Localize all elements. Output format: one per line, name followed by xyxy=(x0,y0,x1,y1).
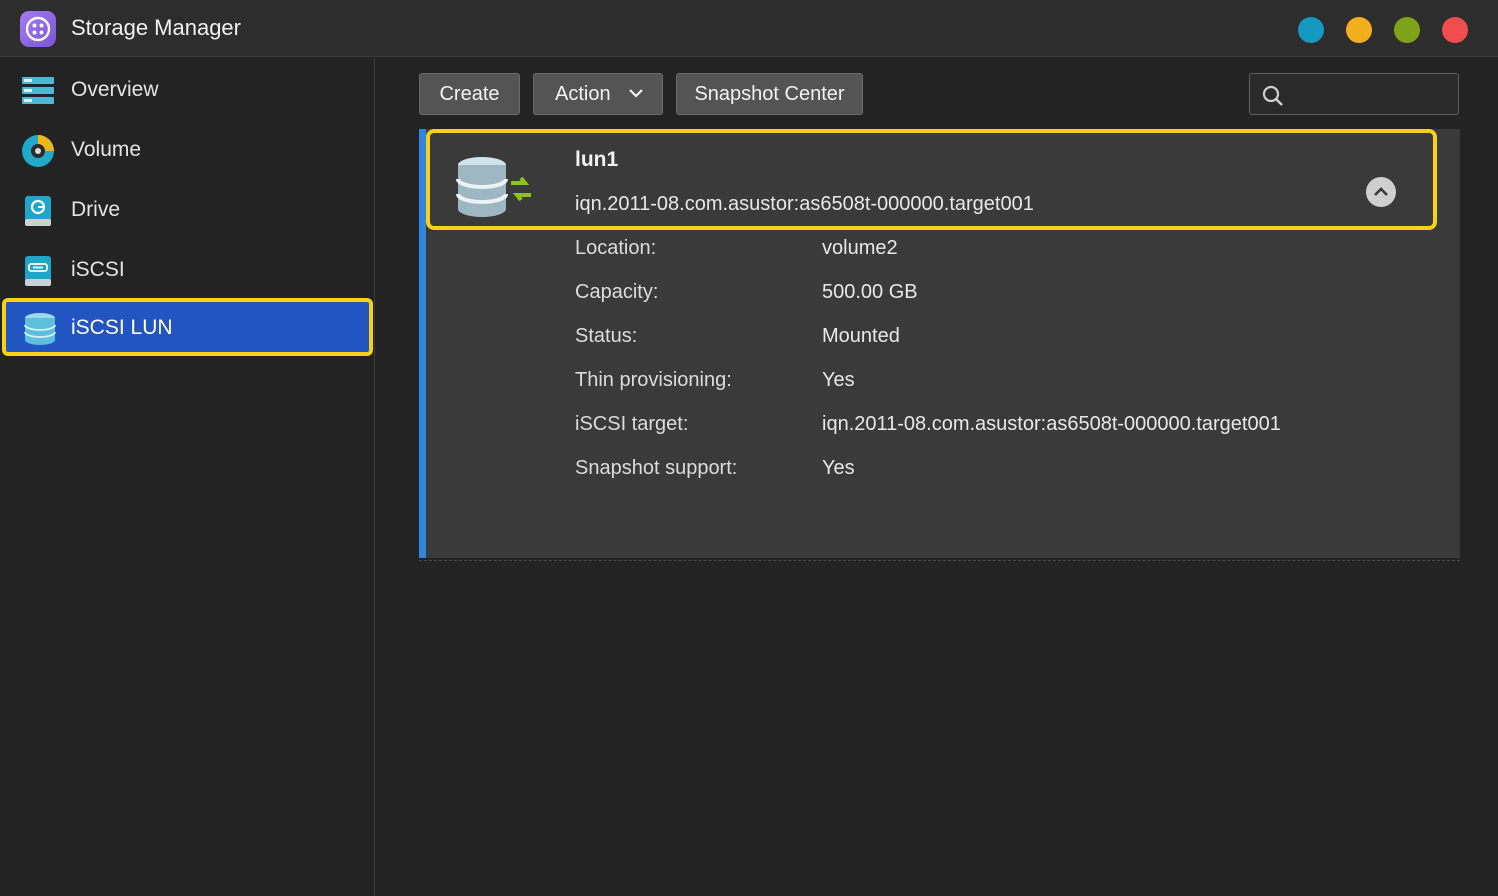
action-button-label: Action xyxy=(555,83,611,105)
app-logo-icon xyxy=(20,11,56,47)
snapshot-support-label: Snapshot support: xyxy=(575,457,738,479)
window-minimize-button[interactable] xyxy=(1346,17,1372,43)
iscsi-lun-icon xyxy=(22,311,58,347)
capacity-value: 500.00 GB xyxy=(822,281,918,303)
thin-provisioning-label: Thin provisioning: xyxy=(575,369,732,391)
capacity-label: Capacity: xyxy=(575,281,659,303)
sidebar-item-iscsi-lun[interactable]: iSCSI LUN xyxy=(2,298,373,356)
snapshot-support-value: Yes xyxy=(822,457,855,479)
iscsi-target-value: iqn.2011-08.com.asustor:as6508t-000000.t… xyxy=(822,413,1281,435)
lun-name: lun1 xyxy=(575,148,619,171)
volume-icon xyxy=(20,133,56,169)
sidebar-item-label: Volume xyxy=(71,138,142,161)
snapshot-center-button[interactable]: Snapshot Center xyxy=(676,73,863,115)
status-label: Status: xyxy=(575,325,638,347)
sidebar-item-volume[interactable]: Volume xyxy=(0,120,375,180)
create-button[interactable]: Create xyxy=(419,73,520,115)
search-input[interactable] xyxy=(1249,73,1459,115)
thin-provisioning-value: Yes xyxy=(822,369,855,391)
sidebar-item-drive[interactable]: Drive xyxy=(0,180,375,240)
divider xyxy=(419,560,1460,561)
action-button[interactable]: Action xyxy=(533,73,663,115)
iscsi-icon xyxy=(20,253,56,289)
drive-icon xyxy=(20,193,56,229)
window-maximize-button[interactable] xyxy=(1394,17,1420,43)
sidebar-item-label: iSCSI LUN xyxy=(71,316,173,339)
overview-icon xyxy=(20,73,56,109)
lun-database-icon xyxy=(455,155,535,221)
lun-iqn: iqn.2011-08.com.asustor:as6508t-000000.t… xyxy=(575,193,1034,215)
collapse-button[interactable] xyxy=(1366,177,1396,207)
sidebar-item-label: Overview xyxy=(71,78,159,101)
lun-panel-accent xyxy=(419,129,426,558)
chevron-down-icon xyxy=(628,74,644,128)
sidebar-item-iscsi[interactable]: iSCSI xyxy=(0,240,375,300)
app-title: Storage Manager xyxy=(71,15,241,40)
location-value: volume2 xyxy=(822,237,898,259)
iscsi-target-label: iSCSI target: xyxy=(575,413,689,435)
location-label: Location: xyxy=(575,237,657,259)
window-blue-button[interactable] xyxy=(1298,17,1324,43)
sidebar: Overview Volume Drive iSCSI iSCSI LUN xyxy=(0,58,375,896)
window-close-button[interactable] xyxy=(1442,17,1468,43)
title-bar: Storage Manager xyxy=(0,0,1498,57)
sidebar-item-label: Drive xyxy=(71,198,121,221)
sidebar-item-label: iSCSI xyxy=(71,258,125,281)
status-value: Mounted xyxy=(822,325,900,347)
sidebar-item-overview[interactable]: Overview xyxy=(0,60,375,120)
search-icon xyxy=(1262,85,1283,106)
chevron-up-icon xyxy=(1374,187,1388,196)
